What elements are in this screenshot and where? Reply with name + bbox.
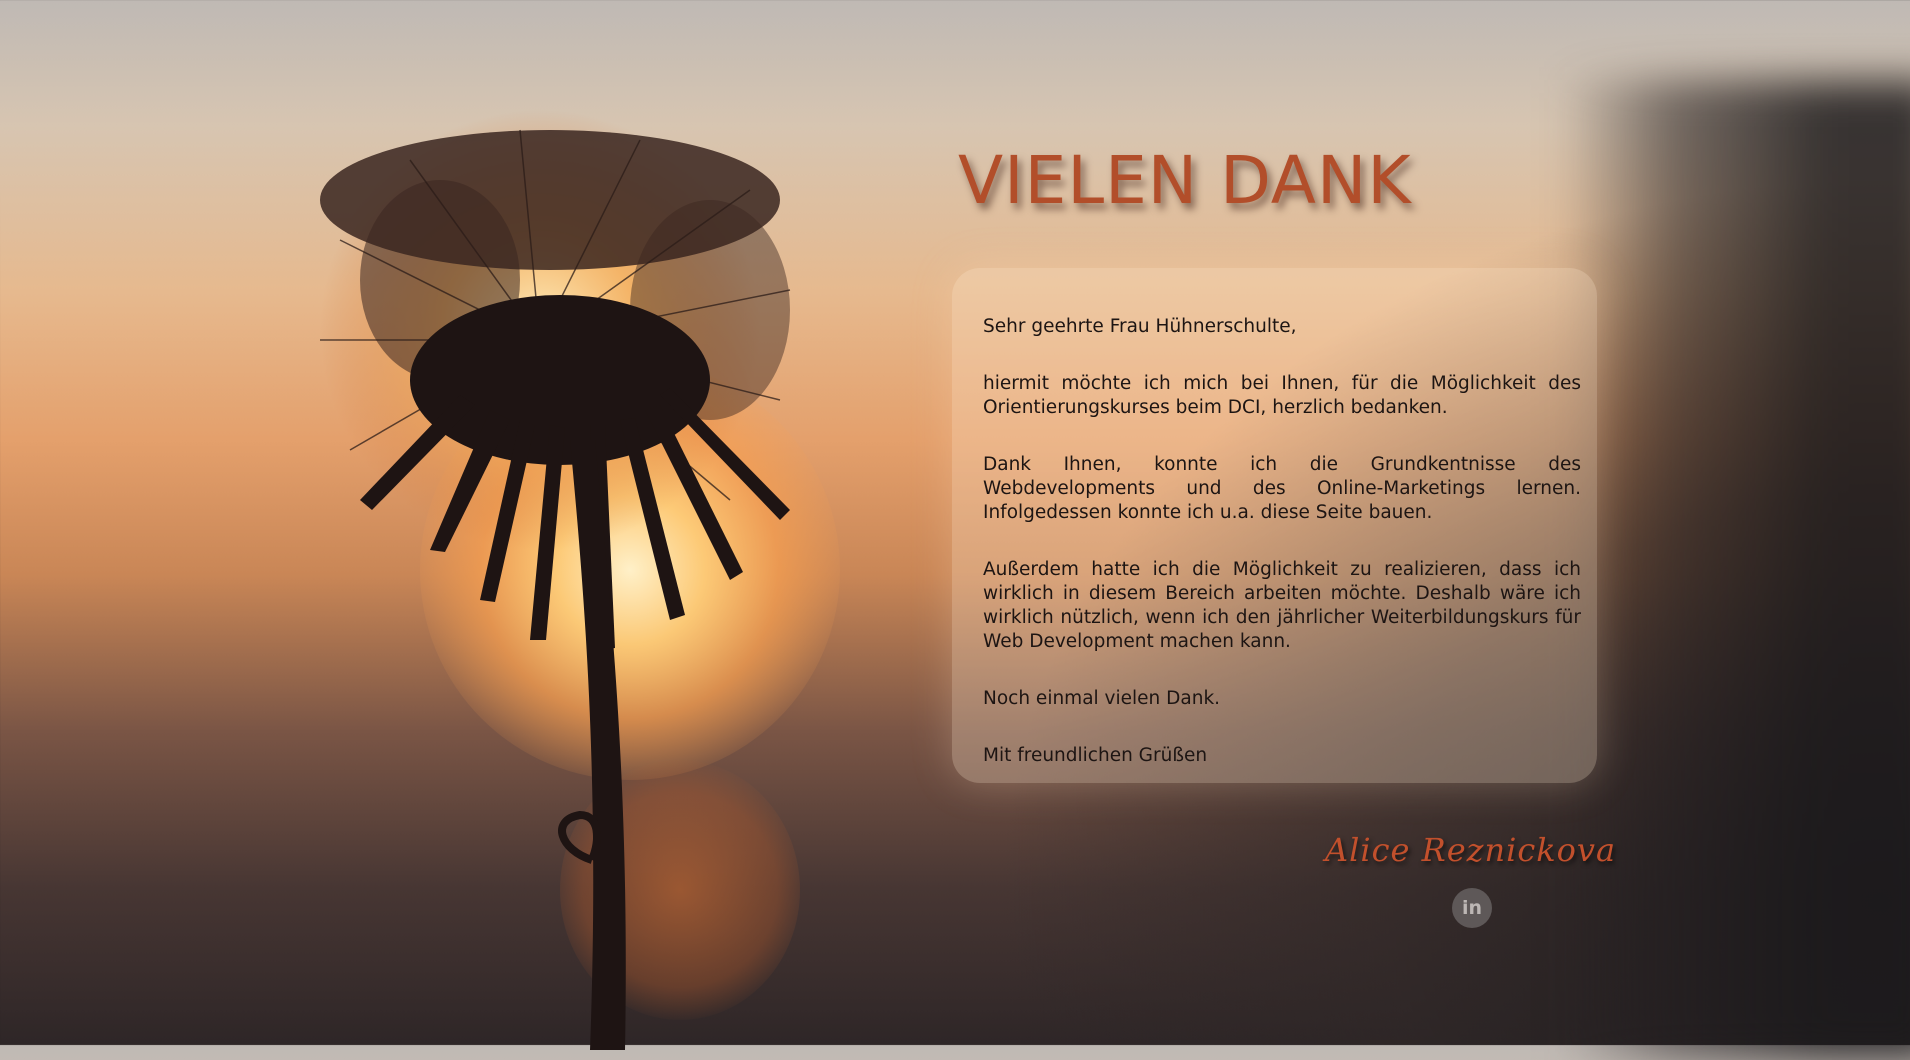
letter-paragraph: Dank Ihnen, konnte ich die Grundkentniss… xyxy=(983,454,1581,523)
letter-paragraph: Noch einmal vielen Dank. xyxy=(983,688,1221,709)
letter-body: Sehr geehrte Frau Hühnerschulte, hiermit… xyxy=(983,315,1581,801)
letter-paragraph: Außerdem hatte ich die Möglichkeit zu re… xyxy=(983,559,1581,652)
letter-greeting: Sehr geehrte Frau Hühnerschulte, xyxy=(983,316,1297,337)
linkedin-label: in xyxy=(1461,897,1483,919)
linkedin-icon[interactable]: in xyxy=(1452,888,1492,928)
letter-closing: Mit freundlichen Grüßen xyxy=(983,745,1208,766)
page-title: VIELEN DANK xyxy=(958,142,1412,219)
letter-paragraph: hiermit möchte ich mich bei Ihnen, für d… xyxy=(983,373,1581,418)
signature: Alice Reznickova xyxy=(1325,831,1617,869)
shadow-overlay xyxy=(1560,80,1910,1060)
dandelion-image xyxy=(320,110,791,1050)
